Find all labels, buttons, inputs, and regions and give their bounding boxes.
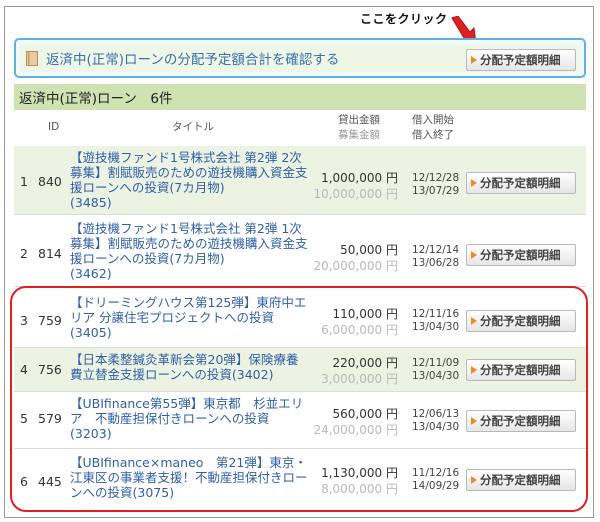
distribution-detail-button[interactable]: 分配予定額明細 xyxy=(466,244,576,266)
loan-title-link[interactable]: 【遊技機ファンド1号株式会社 第2弾 2次募集】割賦販売のための遊技機購入資金支… xyxy=(70,150,310,210)
loan-dates: 12/12/28 13/07/29 xyxy=(412,172,460,197)
row-number: 6 xyxy=(20,474,28,489)
row-number: 1 xyxy=(20,174,28,189)
col-header-amount-lent: 貸出金額 xyxy=(338,114,380,126)
loan-dates: 12/12/14 13/06/28 xyxy=(412,244,460,269)
play-icon xyxy=(471,251,477,259)
click-here-annotation: ここをクリック xyxy=(360,12,448,26)
play-icon xyxy=(471,179,477,187)
play-icon xyxy=(471,417,477,425)
row-number: 5 xyxy=(20,411,28,426)
distribution-detail-button[interactable]: 分配予定額明細 xyxy=(466,172,576,194)
summary-link[interactable]: 返済中(正常)ローンの分配予定額合計を確認する xyxy=(46,48,339,68)
col-header-amount-raised: 募集金額 xyxy=(338,129,380,141)
loan-amount: 1,130,000 円 8,000,000 円 xyxy=(321,466,398,496)
play-icon xyxy=(471,366,477,374)
play-icon xyxy=(471,317,477,325)
loan-dates: 12/11/16 13/04/30 xyxy=(412,308,460,333)
row-divider xyxy=(14,286,586,287)
loan-dates: 11/12/16 14/09/29 xyxy=(412,467,460,492)
row-divider xyxy=(14,214,586,215)
loan-amount: 110,000 円 6,000,000 円 xyxy=(321,307,398,337)
col-header-borrow-start: 借入開始 xyxy=(412,114,454,126)
section-header: 返済中(正常)ローン 6件 xyxy=(14,84,586,110)
distribution-detail-button[interactable]: 分配予定額明細 xyxy=(466,310,576,332)
loan-title-link[interactable]: 【UBIfinance×maneo 第21弾】東京・江東区の事業者支援！不動産担… xyxy=(70,455,310,500)
distribution-detail-button[interactable]: 分配予定額明細 xyxy=(466,469,576,491)
row-id: 445 xyxy=(38,474,62,489)
loan-amount: 220,000 円 3,000,000 円 xyxy=(321,356,398,386)
loan-title-link[interactable]: 【ドリーミングハウス第125弾】東府中エリア 分譲住宅プロジェクトへの投資 (34… xyxy=(70,295,310,340)
row-number: 2 xyxy=(20,246,28,261)
loan-title-link[interactable]: 【UBIfinance第55弾】東京都 杉並エリア 不動産担保付きローンへの投資… xyxy=(70,396,310,441)
col-header-borrow-end: 借入終了 xyxy=(412,129,454,141)
book-icon xyxy=(26,50,38,66)
col-header-title: タイトル xyxy=(172,121,214,133)
play-icon xyxy=(471,476,477,484)
loan-amount: 50,000 円 20,000,000 円 xyxy=(313,243,398,273)
loan-amount: 560,000 円 24,000,000 円 xyxy=(313,407,398,437)
row-number: 4 xyxy=(20,362,28,377)
row-id: 759 xyxy=(38,313,62,328)
row-id: 579 xyxy=(38,411,62,426)
row-id: 756 xyxy=(38,362,62,377)
loan-dates: 12/11/09 13/04/30 xyxy=(412,357,460,382)
row-divider xyxy=(14,391,586,392)
loan-amount: 1,000,000 円 10,000,000 円 xyxy=(313,171,398,201)
row-divider xyxy=(14,448,586,449)
row-id: 840 xyxy=(38,174,62,189)
distribution-detail-button[interactable]: 分配予定額明細 xyxy=(466,359,576,381)
summary-distribution-button[interactable]: 分配予定額明細 xyxy=(466,49,576,71)
play-icon xyxy=(471,56,477,64)
row-divider xyxy=(14,347,586,348)
row-id: 814 xyxy=(38,246,62,261)
col-header-id: ID xyxy=(48,121,60,133)
loan-title-link[interactable]: 【日本柔整鍼灸革新会第20弾】保険療養費立替金支援ローンへの投資(3402) xyxy=(70,352,310,382)
loan-title-link[interactable]: 【遊技機ファンド1号株式会社 第2弾 1次募集】割賦販売のための遊技機購入資金支… xyxy=(70,221,310,281)
loan-dates: 12/06/13 13/04/30 xyxy=(412,408,460,433)
distribution-detail-button[interactable]: 分配予定額明細 xyxy=(466,410,576,432)
row-number: 3 xyxy=(20,313,28,328)
